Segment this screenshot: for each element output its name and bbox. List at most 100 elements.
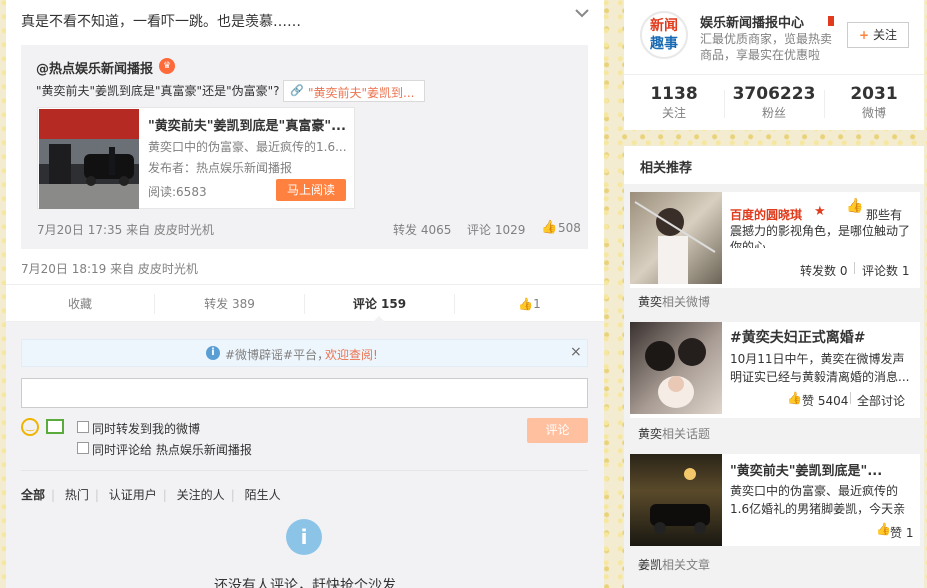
- link-icon: 🔗: [290, 84, 304, 97]
- related-topic-title[interactable]: #黄奕夫妇正式离婚#: [730, 327, 865, 347]
- related-text-line-1: 黄奕口中的伪富豪、最近疯传的: [730, 484, 899, 498]
- read-now-button[interactable]: 马上阅读: [276, 179, 346, 201]
- comment-input[interactable]: [21, 378, 588, 408]
- notice-link[interactable]: 欢迎查阅!: [325, 346, 378, 363]
- related-title: 相关推荐: [624, 146, 924, 184]
- related-tag-bold[interactable]: 黄奕: [638, 295, 662, 309]
- filter-hot[interactable]: 热门: [65, 488, 89, 502]
- empty-comments-text: 还没有人评论，赶快抢个沙发: [214, 578, 396, 588]
- related-text-line-2: 震撼力的影视角色，是哪位触动了: [730, 224, 911, 238]
- profile-desc-1: 汇最优质商家，览最热卖: [700, 32, 833, 46]
- related-thumbnail: [630, 192, 722, 284]
- related-tag-bold[interactable]: 姜凯: [638, 558, 662, 572]
- related-meta-1: 赞 5404: [802, 394, 849, 408]
- sync-repost-label: 同时转发到我的微博: [92, 422, 201, 436]
- stat-fans-num: 3706223: [732, 84, 816, 104]
- comment-area: i #微博辟谣#平台， 欢迎查阅! × ‿ 同时转发到我的微博 同时评论给 热点…: [6, 322, 604, 588]
- image-icon[interactable]: [46, 419, 64, 434]
- related-text-line-1: 10月11日中午，黄奕在微博发声: [730, 352, 905, 366]
- like-button[interactable]: 👍1: [455, 285, 604, 323]
- chevron-down-icon[interactable]: [574, 6, 590, 20]
- follow-label: 关注: [872, 28, 897, 42]
- filter-strangers[interactable]: 陌生人: [245, 488, 281, 502]
- info-bubble-icon: i: [286, 519, 322, 555]
- follow-button[interactable]: + 关注: [847, 22, 909, 48]
- related-thumbnail: [630, 322, 722, 414]
- article-thumbnail: [39, 109, 139, 209]
- repost-link-label: "黄奕前夫"姜凯到...: [308, 86, 415, 100]
- related-author[interactable]: 百度的圆晓琪: [730, 206, 802, 223]
- logo-line-2: 趣事: [650, 36, 678, 52]
- filter-following[interactable]: 关注的人: [177, 488, 225, 502]
- related-text-line-3: 你的心: [730, 240, 767, 248]
- thumb-badge-icon: 👍: [846, 198, 864, 214]
- related-text-line-1: 那些有: [866, 208, 903, 222]
- repost-block: @热点娱乐新闻播报 ♛ "黄奕前夫"姜凯到底是"真富豪"还是"伪富豪"? 🔗 "…: [21, 45, 588, 249]
- stat-posts-num: 2031: [850, 84, 898, 104]
- repost-forward-count[interactable]: 转发 4065: [393, 221, 451, 238]
- repost-footer: 7月20日 17:35 来自 皮皮时光机: [37, 223, 214, 237]
- filter-verified[interactable]: 认证用户: [109, 488, 157, 502]
- submit-comment-button[interactable]: 评论: [527, 418, 588, 443]
- stat-posts[interactable]: 2031 微博: [824, 84, 924, 121]
- stat-posts-label: 微博: [861, 106, 886, 120]
- related-item[interactable]: 百度的圆晓琪 ★ 👍 那些有 震撼力的影视角色，是哪位触动了 你的心 转发数 0…: [630, 192, 920, 288]
- badge-icon: ♛: [159, 58, 175, 74]
- repost-text: "黄奕前夫"姜凯到底是"真富豪"还是"伪富豪"?: [36, 84, 280, 98]
- related-panel: 相关推荐 百度的圆晓琪 ★ 👍 那些有 震撼力的影视角色，是哪位触动了 你的心 …: [624, 146, 924, 588]
- related-thumbnail: [630, 454, 722, 546]
- sync-repost-checkbox[interactable]: [77, 421, 89, 433]
- thumb-up-icon: 👍: [518, 297, 534, 311]
- stat-following-num: 1138: [650, 84, 698, 104]
- stat-following[interactable]: 1138 关注: [624, 84, 724, 121]
- related-meta-2: 评论数 1: [862, 264, 910, 278]
- article-publisher: 发布者：热点娱乐新闻播报: [148, 161, 293, 175]
- also-comment-checkbox[interactable]: [77, 442, 89, 454]
- post-text: 真是不看不知道，一看吓一跳。也是羡慕……: [21, 14, 301, 30]
- repost-comment-count[interactable]: 评论 1029: [467, 221, 525, 238]
- info-icon: i: [206, 346, 220, 360]
- profile-name[interactable]: 娱乐新闻播报中心: [700, 12, 804, 31]
- close-icon[interactable]: ×: [570, 344, 582, 360]
- sidebar: 新闻 趣事 娱乐新闻播报中心 汇最优质商家，览最热卖 商品，享最实在优惠啦 + …: [624, 0, 924, 588]
- repost-button[interactable]: 转发 389: [155, 285, 304, 323]
- stat-following-label: 关注: [661, 106, 686, 120]
- related-item[interactable]: "黄奕前夫"姜凯到底是"... 黄奕口中的伪富豪、最近疯传的 1.6亿婚礼的男猪…: [630, 454, 920, 546]
- article-title: "黄奕前夫"姜凯到底是"真富豪"...: [148, 119, 346, 134]
- action-bar: 收藏 转发 389 评论 159 👍1: [6, 284, 604, 323]
- verified-icon: [828, 16, 834, 26]
- filter-all[interactable]: 全部: [21, 488, 45, 502]
- comment-filters: 全部 | 热门 | 认证用户 | 关注的人 | 陌生人: [21, 488, 281, 502]
- article-desc: 黄奕口中的伪富豪、最近疯传的1.6...: [148, 140, 347, 154]
- related-tag-rest: 相关话题: [662, 427, 711, 441]
- related-meta-1: 转发数 0: [800, 264, 848, 278]
- article-card[interactable]: "黄奕前夫"姜凯到底是"真富豪"... 黄奕口中的伪富豪、最近疯传的1.6...…: [37, 107, 355, 209]
- related-text-line-2: 明证实已经与黄毅清离婚的消息...: [730, 370, 910, 384]
- also-comment-label: 同时评论给 热点娱乐新闻播报: [92, 443, 252, 457]
- related-meta-1: 赞 1: [890, 526, 914, 540]
- repost-link[interactable]: 🔗 "黄奕前夫"姜凯到...: [283, 80, 425, 102]
- repost-author[interactable]: @热点娱乐新闻播报: [36, 58, 153, 77]
- related-article-title[interactable]: "黄奕前夫"姜凯到底是"...: [730, 460, 882, 479]
- profile-desc-2: 商品，享最实在优惠啦: [700, 48, 821, 62]
- related-tag-rest: 相关微博: [662, 295, 711, 309]
- related-item[interactable]: #黄奕夫妇正式离婚# 10月11日中午，黄奕在微博发声 明证实已经与黄毅清离婚的…: [630, 322, 920, 418]
- repost-like-count: 508: [558, 221, 581, 235]
- profile-logo[interactable]: 新闻 趣事: [640, 11, 688, 59]
- thumb-up-icon[interactable]: 👍: [541, 220, 557, 235]
- related-meta-2[interactable]: 全部讨论: [857, 392, 905, 409]
- related-tag-rest: 相关文章: [662, 558, 711, 572]
- emoji-icon[interactable]: ‿: [21, 418, 39, 436]
- star-icon: ★: [814, 204, 826, 219]
- plus-icon: +: [859, 28, 870, 42]
- thumb-up-icon: 👍: [787, 391, 802, 405]
- related-tag-bold[interactable]: 黄奕: [638, 427, 662, 441]
- main-feed: 真是不看不知道，一看吓一跳。也是羡慕…… @热点娱乐新闻播报 ♛ "黄奕前夫"姜…: [6, 0, 604, 588]
- favorite-button[interactable]: 收藏: [6, 285, 154, 323]
- logo-line-1: 新闻: [650, 18, 678, 34]
- post-footer: 7月20日 18:19 来自 皮皮时光机: [21, 262, 198, 276]
- thumb-up-icon: 👍: [876, 522, 891, 536]
- like-count: 1: [533, 297, 541, 311]
- stat-fans[interactable]: 3706223 粉丝: [724, 84, 824, 121]
- notice-text: #微博辟谣#平台，: [225, 348, 330, 362]
